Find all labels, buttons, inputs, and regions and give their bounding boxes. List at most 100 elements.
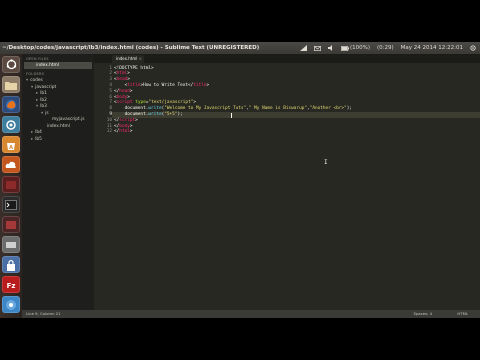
- code-token: <!DOCTYPE html>: [114, 65, 154, 71]
- tree-item-label: index.html: [47, 123, 70, 129]
- launcher-files[interactable]: [2, 76, 20, 93]
- code-token: >: [127, 94, 130, 100]
- tree-item-label: lb2: [40, 97, 47, 103]
- code-token: body: [119, 123, 130, 129]
- shopping-bag-icon: A: [2, 136, 20, 153]
- tree-item-label: lb3: [40, 104, 47, 109]
- sound-indicator[interactable]: [328, 45, 334, 51]
- tab-label: index.html: [116, 56, 138, 61]
- mail-indicator[interactable]: [314, 45, 321, 51]
- launcher-chromium[interactable]: [2, 296, 20, 313]
- network-icon: [300, 45, 307, 51]
- tree-item[interactable]: ▾ codes: [26, 78, 43, 84]
- tab-bar: index.html ×: [94, 54, 480, 63]
- launcher-ubuntu-one[interactable]: [2, 156, 20, 173]
- volume-indicator[interactable]: (0:29): [377, 42, 394, 54]
- code-token: >: [127, 77, 130, 83]
- ubuntu-logo-icon: [2, 56, 20, 73]
- mail-icon: [314, 45, 321, 51]
- code-token: );: [177, 111, 183, 117]
- status-bar: Line 9, Column 21 Spaces: 4 HTML: [22, 310, 480, 318]
- code-token: body: [116, 94, 128, 100]
- disclosure-open-icon[interactable]: ▾: [36, 104, 38, 109]
- disclosure-closed-icon[interactable]: ▸: [36, 91, 38, 96]
- battery-icon: [341, 45, 349, 51]
- open-file-index-html[interactable]: index.html: [24, 62, 92, 69]
- launcher-appstore[interactable]: A: [2, 136, 20, 153]
- side-bar: OPEN FILES index.html FOLDERS ▾ codes ▾ jav…: [22, 54, 94, 310]
- disclosure-open-icon[interactable]: ▾: [31, 85, 33, 90]
- disclosure-closed-icon[interactable]: ▸: [36, 98, 38, 103]
- svg-text:A: A: [9, 145, 13, 151]
- filezilla-icon: Fz: [2, 276, 20, 293]
- lock-icon: [2, 256, 20, 273]
- battery-indicator[interactable]: (100%): [341, 42, 370, 54]
- tree-item-label: lb1: [40, 91, 47, 96]
- datetime-label: May 24 2014 12:22:01: [400, 45, 463, 51]
- firefox-icon: [2, 96, 20, 113]
- launcher-workspace[interactable]: [2, 216, 20, 233]
- clock[interactable]: May 24 2014 12:22:01: [401, 42, 463, 54]
- tree-item[interactable]: ▾ javascript: [31, 85, 56, 91]
- terminal-icon: [2, 196, 20, 213]
- tree-item[interactable]: myjavascript.js: [46, 117, 85, 123]
- tree-item-label: lb5: [35, 136, 42, 142]
- launcher-settings[interactable]: [2, 116, 20, 133]
- syntax-selector[interactable]: HTML: [457, 310, 468, 318]
- system-menu[interactable]: [470, 45, 476, 51]
- code-token: title: [127, 82, 141, 88]
- code-token: );: [346, 106, 352, 112]
- launcher-filezilla[interactable]: Fz: [2, 276, 20, 293]
- disclosure-open-icon[interactable]: ▾: [41, 111, 43, 116]
- code-token: "Welcome to My Javascript Tuts": [164, 106, 247, 112]
- code-token: " My Name is Biswarup": [248, 106, 308, 112]
- tree-item-label: codes: [30, 78, 43, 83]
- tree-item[interactable]: ▾ js: [41, 111, 49, 117]
- tree-item[interactable]: ▸ lb4: [31, 130, 42, 136]
- line-number-gutter: 1 2 3 4 5 6 7 8 9 10 11 12: [94, 63, 112, 310]
- indentation-selector[interactable]: Spaces: 4: [414, 310, 432, 318]
- top-menu-bar: ~/Desktop/codes/javascript/lb3/index.htm…: [0, 42, 480, 54]
- settings-icon: [2, 116, 20, 133]
- code-token: html: [116, 71, 128, 77]
- folders-header: FOLDERS: [26, 72, 45, 76]
- tree-item[interactable]: ▸ lb2: [36, 98, 47, 104]
- code-token: >: [193, 100, 197, 106]
- svg-text:Fz: Fz: [7, 282, 16, 290]
- code-token: head: [116, 77, 128, 83]
- code-token: script: [116, 100, 133, 106]
- launcher-dash-home[interactable]: [2, 56, 20, 73]
- editor[interactable]: 1 2 3 4 5 6 7 8 9 10 11 12 <!DOCTYPE html> <html> <he…: [94, 63, 480, 310]
- code-token: "text/javascript": [148, 100, 194, 106]
- tree-item[interactable]: ▸ lb5: [31, 137, 42, 143]
- launcher-item[interactable]: [2, 176, 20, 193]
- code-line[interactable]: </html>: [114, 129, 133, 135]
- launcher-firefox[interactable]: [2, 96, 20, 113]
- code-token: <: [114, 82, 128, 88]
- code-token: script: [119, 117, 136, 123]
- tab-index-html[interactable]: index.html ×: [112, 55, 144, 63]
- code-token: document.: [114, 106, 149, 112]
- code-token: >: [129, 129, 133, 135]
- code-token: write: [148, 111, 162, 117]
- tree-item-label: js: [45, 110, 49, 116]
- launcher-system[interactable]: [2, 236, 20, 253]
- tree-item-label: javascript: [35, 84, 57, 90]
- disclosure-open-icon[interactable]: ▾: [26, 78, 28, 83]
- sublime-window: ~/Desktop/codes/javascript/lb3/index.htm…: [0, 42, 480, 318]
- tree-item[interactable]: ▸ lb1: [36, 91, 47, 97]
- disclosure-closed-icon[interactable]: ▸: [31, 137, 33, 142]
- battery-label: (100%): [350, 45, 371, 51]
- tab-close-icon[interactable]: ×: [139, 55, 142, 63]
- code-token: >: [129, 88, 133, 94]
- cursor-position: Line 9, Column 21: [26, 311, 61, 316]
- network-indicator[interactable]: [300, 45, 307, 51]
- launcher-lock[interactable]: [2, 256, 20, 273]
- tree-item[interactable]: ▾ lb3: [36, 104, 47, 110]
- line-number: 12: [106, 129, 112, 135]
- launcher-terminal[interactable]: [2, 196, 20, 213]
- disclosure-closed-icon[interactable]: ▸: [31, 130, 33, 135]
- tree-item-label: lb4: [35, 130, 42, 135]
- code-token: write: [148, 106, 162, 112]
- tree-item[interactable]: index.html: [41, 124, 70, 130]
